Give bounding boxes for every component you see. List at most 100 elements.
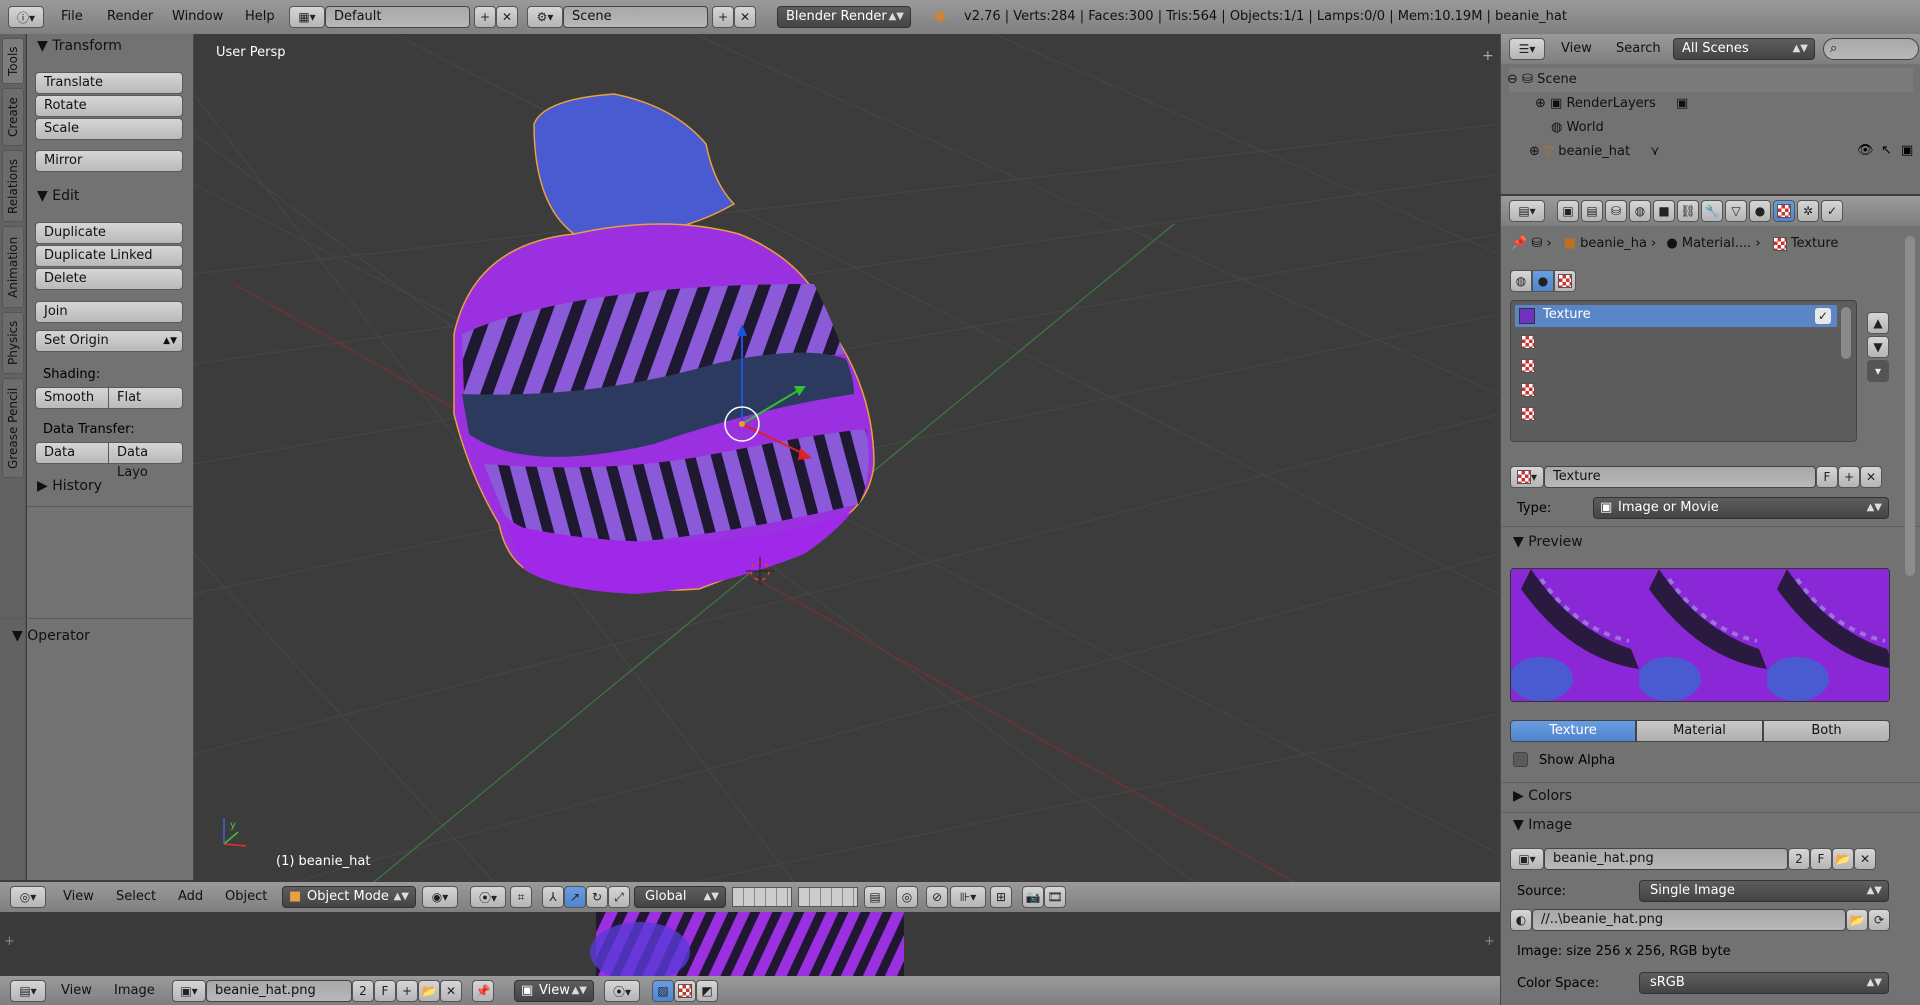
outliner-row-scene[interactable]: ⊖ ⛁ Scene bbox=[1507, 69, 1577, 91]
remove-layout-icon[interactable]: ✕ bbox=[496, 6, 518, 28]
unlink-image-editor-icon[interactable]: ✕ bbox=[440, 980, 462, 1002]
pivot-icon[interactable]: ⦿▾ bbox=[604, 980, 640, 1002]
tab-animation[interactable]: Animation bbox=[2, 226, 24, 308]
menu-help[interactable]: Help bbox=[245, 9, 275, 24]
properties-toggle-icon[interactable]: + bbox=[1484, 934, 1495, 949]
empty-slot-icon[interactable] bbox=[1521, 359, 1535, 373]
image-source-dropdown[interactable]: Single Image ▲▼ bbox=[1639, 880, 1889, 902]
preview-both-button[interactable]: Both bbox=[1763, 720, 1890, 742]
snap-toggle-icon[interactable]: ⊘ bbox=[926, 886, 948, 908]
manipulator-toggle-icon[interactable]: ⅄ bbox=[542, 886, 564, 908]
texture-browse-icon[interactable]: ▾ bbox=[1510, 466, 1544, 488]
particles-tab-icon[interactable]: ✲ bbox=[1797, 200, 1819, 222]
panel-grip-icon[interactable]: :::: bbox=[165, 480, 182, 491]
layer-buttons-left[interactable] bbox=[732, 887, 792, 907]
add-menu[interactable]: Add bbox=[178, 889, 203, 904]
show-alpha-checkbox[interactable] bbox=[1513, 752, 1528, 767]
editor-type-info-icon[interactable]: ⓘ▾ bbox=[8, 6, 44, 28]
draw-channels-icon[interactable]: ▨ bbox=[652, 980, 674, 1002]
rotate-button[interactable]: Rotate bbox=[35, 95, 183, 117]
render-animation-icon[interactable]: 🎞 bbox=[1044, 886, 1066, 908]
view-menu[interactable]: View bbox=[63, 889, 94, 904]
editor-type-image-icon[interactable]: ▤▾ bbox=[10, 980, 46, 1002]
collapse-icon[interactable]: ⊖ bbox=[1507, 72, 1518, 87]
empty-slot-icon[interactable] bbox=[1521, 383, 1535, 397]
panel-grip-icon[interactable]: :::: bbox=[165, 40, 182, 51]
outliner-scope-dropdown[interactable]: All Scenes ▲▼ bbox=[1673, 38, 1815, 60]
mirror-button[interactable]: Mirror bbox=[35, 150, 183, 172]
viewport-shading-icon[interactable]: ◉▾ bbox=[422, 886, 458, 908]
empty-slot-icon[interactable] bbox=[1521, 335, 1535, 349]
image-name-field[interactable]: beanie_hat.png bbox=[1544, 848, 1788, 870]
outliner-row-beanie-hat[interactable]: ⊕ ▽ beanie_hat ⋎ bbox=[1529, 141, 1660, 163]
edit-panel-header[interactable]: ▼ Edit bbox=[37, 188, 79, 204]
image-mode-dropdown[interactable]: ▣ View ▲▼ bbox=[514, 980, 594, 1002]
menu-file[interactable]: File bbox=[61, 9, 83, 24]
physics-tab-icon[interactable]: ✓ bbox=[1821, 200, 1843, 222]
panel-grip-icon[interactable]: :::: bbox=[1879, 819, 1896, 830]
browse-file-icon[interactable]: 📂 bbox=[1846, 909, 1868, 931]
manipulator-icon[interactable]: ⌗ bbox=[510, 886, 532, 908]
open-image-icon[interactable]: 📂 bbox=[1832, 848, 1854, 870]
empty-slot-icon[interactable] bbox=[1521, 407, 1535, 421]
move-slot-down-icon[interactable]: ▼ bbox=[1867, 336, 1889, 358]
panel-grip-icon[interactable]: :::: bbox=[1879, 536, 1896, 547]
delete-button[interactable]: Delete bbox=[35, 268, 183, 290]
image-editor-name-field[interactable]: beanie_hat.png bbox=[206, 980, 352, 1002]
texture-type-dropdown[interactable]: ▣ Image or Movie ▲▼ bbox=[1593, 497, 1889, 519]
tab-physics[interactable]: Physics bbox=[2, 312, 24, 374]
remove-scene-icon[interactable]: ✕ bbox=[734, 6, 756, 28]
translate-button[interactable]: Translate bbox=[35, 72, 183, 94]
editor-type-properties-icon[interactable]: ▤▾ bbox=[1509, 200, 1545, 222]
outliner-search-input[interactable]: ⌕ bbox=[1823, 38, 1919, 60]
object-menu[interactable]: Object bbox=[225, 889, 267, 904]
tab-relations[interactable]: Relations bbox=[2, 150, 24, 222]
panel-grip-icon[interactable]: :::: bbox=[1879, 790, 1896, 801]
texture-name-field[interactable]: Texture bbox=[1544, 466, 1816, 488]
layer-buttons-right[interactable] bbox=[798, 887, 858, 907]
rotate-manipulator-icon[interactable]: ↻ bbox=[586, 886, 608, 908]
renderable-camera-icon[interactable]: ▣ bbox=[1901, 143, 1913, 158]
add-region-icon[interactable]: + bbox=[1482, 48, 1494, 64]
renderlayers-tab-icon[interactable]: ▤ bbox=[1581, 200, 1603, 222]
expand-icon[interactable]: ⊕ bbox=[1535, 96, 1546, 111]
menu-window[interactable]: Window bbox=[172, 9, 223, 24]
join-button[interactable]: Join bbox=[35, 301, 183, 323]
editor-type-outliner-icon[interactable]: ☰▾ bbox=[1509, 38, 1545, 60]
add-layout-icon[interactable]: + bbox=[474, 6, 496, 28]
duplicate-linked-button[interactable]: Duplicate Linked bbox=[35, 245, 183, 267]
preview-texture-button[interactable]: Texture bbox=[1510, 720, 1636, 742]
world-texture-icon[interactable]: ◍ bbox=[1510, 270, 1532, 292]
scene-tab-icon[interactable]: ⛁ bbox=[1605, 200, 1627, 222]
new-texture-icon[interactable]: + bbox=[1838, 466, 1860, 488]
image-menu[interactable]: Image bbox=[114, 983, 155, 998]
brush-texture-icon[interactable] bbox=[1554, 270, 1576, 292]
move-slot-up-icon[interactable]: ▲ bbox=[1867, 312, 1889, 334]
layer-lock-icon[interactable]: ▤ bbox=[864, 886, 886, 908]
proportional-edit-icon[interactable]: ◎ bbox=[896, 886, 918, 908]
properties-scrollbar[interactable] bbox=[1905, 236, 1915, 576]
image-datablock-icon[interactable]: ▣▾ bbox=[172, 980, 206, 1002]
scene-icon[interactable]: ⚙▾ bbox=[527, 6, 563, 28]
slot-specials-icon[interactable]: ▾ bbox=[1867, 360, 1889, 382]
pin-icon[interactable]: 📌 bbox=[1511, 236, 1527, 251]
select-menu[interactable]: Select bbox=[116, 889, 156, 904]
translate-manipulator-icon[interactable]: ↗ bbox=[564, 886, 586, 908]
menu-render[interactable]: Render bbox=[107, 9, 153, 24]
scale-button[interactable]: Scale bbox=[35, 118, 183, 140]
image-browse-icon[interactable]: ▣▾ bbox=[1510, 848, 1544, 870]
image-fake-user-button[interactable]: F bbox=[1810, 848, 1832, 870]
transform-orientation-dropdown[interactable]: Global ▲▼ bbox=[634, 886, 726, 908]
3d-viewport[interactable]: y User Persp (1) beanie_hat + bbox=[194, 34, 1499, 882]
panel-grip-icon[interactable]: :::: bbox=[165, 630, 182, 641]
smooth-button[interactable]: Smooth bbox=[35, 387, 109, 409]
colors-panel-header[interactable]: ▶ Colors bbox=[1513, 788, 1572, 804]
snap-element-icon[interactable]: ⊪▾ bbox=[950, 886, 986, 908]
flat-button[interactable]: Flat bbox=[108, 387, 183, 409]
preview-panel-header[interactable]: ▼ Preview bbox=[1513, 534, 1583, 550]
scene-field[interactable]: Scene bbox=[563, 6, 708, 28]
visibility-eye-icon[interactable]: 👁 bbox=[1857, 143, 1874, 158]
data-tab-icon[interactable]: ▽ bbox=[1725, 200, 1747, 222]
operator-panel-header[interactable]: ▼ Operator bbox=[12, 628, 90, 644]
unlink-texture-icon[interactable]: ✕ bbox=[1860, 466, 1882, 488]
